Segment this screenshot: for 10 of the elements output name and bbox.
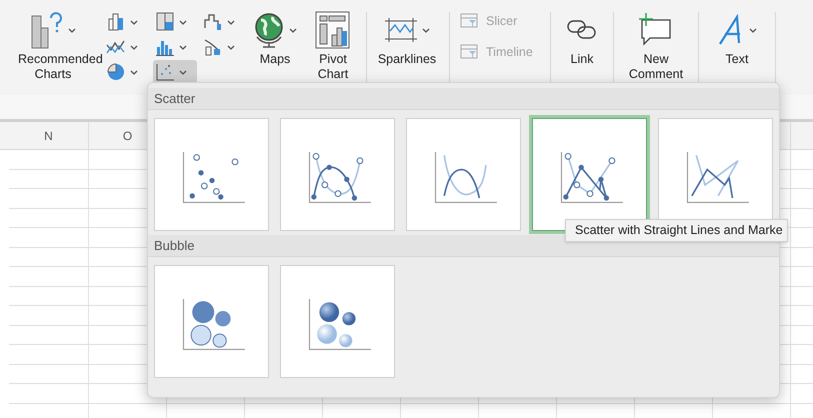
- text-button[interactable]: Text: [699, 8, 775, 67]
- pivot-chart-button[interactable]: Pivot Chart: [308, 8, 358, 82]
- link-button[interactable]: Link: [551, 8, 613, 67]
- maps-button[interactable]: Maps: [248, 8, 302, 67]
- recommended-charts-button[interactable]: Recommended Charts: [6, 8, 100, 82]
- sparklines-button[interactable]: Sparklines: [371, 8, 443, 67]
- tooltip: Scatter with Straight Lines and Marke: [565, 219, 788, 242]
- new-comment-button[interactable]: New Comment: [614, 8, 698, 82]
- column-header[interactable]: N: [9, 122, 89, 149]
- section-header: Scatter: [148, 88, 779, 110]
